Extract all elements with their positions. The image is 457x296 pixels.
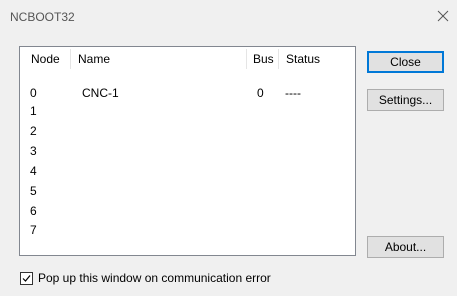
table-row[interactable]: 3 (20, 142, 355, 160)
column-header-bus[interactable]: Bus (253, 47, 274, 71)
table-row[interactable]: 6 (20, 202, 355, 220)
table-row[interactable]: 5 (20, 182, 355, 200)
checkmark-icon (22, 275, 31, 282)
node-cell: 6 (30, 204, 37, 218)
table-row[interactable]: 4 (20, 162, 355, 180)
list-header: Node Name Bus Status (20, 47, 355, 71)
node-cell: 2 (30, 124, 37, 138)
table-row[interactable]: 1 (20, 102, 355, 120)
settings-button[interactable]: Settings... (367, 89, 444, 111)
column-header-name[interactable]: Name (78, 47, 110, 71)
close-icon[interactable] (436, 9, 450, 23)
close-button[interactable]: Close (367, 51, 444, 73)
column-separator[interactable] (70, 49, 71, 69)
about-button[interactable]: About... (367, 236, 444, 258)
table-row[interactable]: 7 (20, 221, 355, 239)
node-cell: 7 (30, 223, 37, 237)
table-row[interactable]: 2 (20, 122, 355, 140)
popup-on-error-checkbox[interactable] (20, 272, 33, 285)
node-cell: 0 (30, 86, 37, 100)
column-separator[interactable] (246, 49, 247, 69)
window-title: NCBOOT32 (10, 10, 75, 24)
table-row[interactable]: 0 CNC-1 0 ---- (20, 84, 355, 102)
node-list[interactable]: Node Name Bus Status 0 CNC-1 0 ---- 1 2 … (19, 46, 356, 256)
node-cell: 1 (30, 104, 37, 118)
bus-cell: 0 (257, 86, 264, 100)
column-header-status[interactable]: Status (286, 47, 320, 71)
name-cell: CNC-1 (82, 86, 119, 100)
status-cell: ---- (285, 86, 301, 100)
node-cell: 5 (30, 184, 37, 198)
node-cell: 4 (30, 164, 37, 178)
column-header-node[interactable]: Node (31, 47, 60, 71)
node-cell: 3 (30, 144, 37, 158)
column-separator[interactable] (278, 49, 279, 69)
popup-on-error-label: Pop up this window on communication erro… (38, 271, 271, 285)
